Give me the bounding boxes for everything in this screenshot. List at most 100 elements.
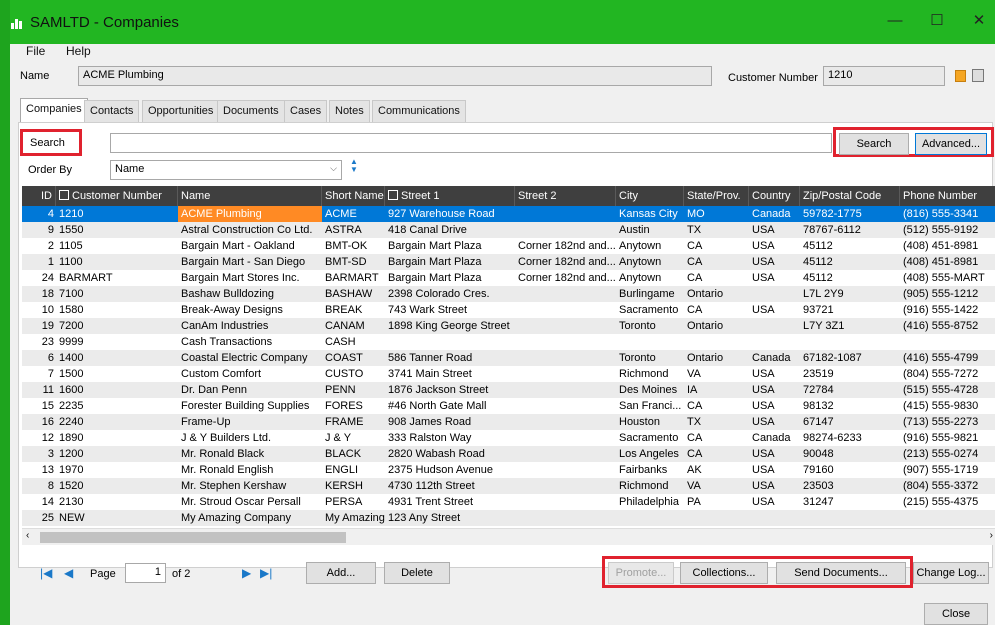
column-header-city[interactable]: City [616,186,684,206]
table-row[interactable]: 4 1210 ACME Plumbing ACME 927 Warehouse Road… [22,206,995,222]
cell-short-name: FRAME [325,416,364,428]
cell-state: PA [687,496,701,508]
cell-street-2: Corner 182nd and... [518,256,616,268]
name-field[interactable]: ACME Plumbing [78,66,712,86]
tab-contacts[interactable]: Contacts [84,100,140,122]
cell-name: Bargain Mart - San Diego [181,256,306,268]
search-input[interactable] [110,133,832,153]
column-header-state[interactable]: State/Prov. [684,186,749,206]
promote-button[interactable]: Promote... [608,562,674,584]
maximize-button[interactable]: ☐ [922,10,952,32]
menu-file[interactable]: File [26,44,45,58]
cell-short-name: My Amazing [325,512,385,524]
cell-zip: 98132 [803,400,834,412]
cell-country: USA [752,384,775,396]
cell-short-name: BASHAW [325,288,373,300]
column-header-street-1[interactable]: Street 1 [385,186,515,206]
table-row[interactable]: 19 7200 CanAm Industries CANAM 1898 King Geo… [22,318,995,334]
cell-name: Break-Away Designs [181,304,283,316]
cell-state: MO [687,208,705,220]
column-header-short-name[interactable]: Short Name [322,186,385,206]
cell-customer-number: 2130 [59,496,84,508]
column-filter-icon [388,190,398,200]
cell-customer-number: 1520 [59,480,84,492]
tab-documents[interactable]: Documents [217,100,285,122]
table-row[interactable]: 7 1500 Custom Comfort CUSTO 3741 Main Street… [22,366,995,382]
column-header-customer-number[interactable]: Customer Number [56,186,178,206]
column-header-name[interactable]: Name [178,186,322,206]
table-row[interactable]: 6 1400 Coastal Electric Company COAST 586 Ta… [22,350,995,366]
cell-street-1: Bargain Mart Plaza [388,272,482,284]
table-row[interactable]: 8 1520 Mr. Stephen Kershaw KERSH 4730 112th … [22,478,995,494]
table-row[interactable]: 15 2235 Forester Building Supplies FORES #46… [22,398,995,414]
tab-cases[interactable]: Cases [284,100,328,122]
cell-customer-number: 2240 [59,416,84,428]
cell-zip: 45112 [803,240,833,252]
table-row[interactable]: 2 1105 Bargain Mart - Oakland BMT-OK Bargain… [22,238,995,254]
cell-state: CA [687,256,703,268]
cell-city: Burlingame [619,288,675,300]
search-button[interactable]: Search [839,133,909,155]
scroll-right-icon[interactable]: › [990,530,993,541]
tab-notes[interactable]: Notes [329,100,370,122]
tab-opportunities[interactable]: Opportunities [142,100,220,122]
main-panel: Name ACME Plumbing Customer Number 1210 … [10,60,995,625]
table-row[interactable]: 10 1580 Break-Away Designs BREAK 743 Wark St… [22,302,995,318]
customer-number-field[interactable]: 1210 [823,66,945,86]
tab-communications[interactable]: Communications [372,100,466,122]
cell-street-1: 2375 Hudson Avenue [388,464,493,476]
last-page-icon[interactable]: ▶| [260,566,272,580]
advanced-button[interactable]: Advanced... [915,133,987,155]
first-page-icon[interactable]: |◀ [40,566,52,580]
cell-name: Forester Building Supplies [181,400,310,412]
order-by-value: Name [115,163,145,175]
send-documents-button[interactable]: Send Documents... [776,562,906,584]
edit-note-icon[interactable] [955,70,966,82]
page-input[interactable]: 1 [125,563,166,583]
table-row[interactable]: 12 1890 J & Y Builders Ltd. J & Y 333 Ralsto… [22,430,995,446]
table-row[interactable]: 16 2240 Frame-Up FRAME 908 James Road Houston… [22,414,995,430]
table-row[interactable]: 11 1600 Dr. Dan Penn PENN 1876 Jackson Stree… [22,382,995,398]
table-row[interactable]: 13 1970 Mr. Ronald English ENGLI 2375 Hudson… [22,462,995,478]
column-header-street-2[interactable]: Street 2 [515,186,616,206]
cell-name: CanAm Industries [181,320,269,332]
lookup-icon[interactable] [972,69,984,82]
table-row[interactable]: 25 NEW My Amazing Company My Amazing 123 Any… [22,510,995,526]
cell-city: Des Moines [619,384,678,396]
add-button[interactable]: Add... [306,562,376,584]
cell-state: CA [687,240,703,252]
table-row[interactable]: 23 9999 Cash Transactions CASH [22,334,995,350]
column-header-phone[interactable]: Phone Number [900,186,995,206]
table-row[interactable]: 24 BARMART Bargain Mart Stores Inc. BARMART… [22,270,995,286]
next-page-icon[interactable]: ▶ [242,566,251,580]
sort-direction-icon[interactable]: ▲ ▼ [350,158,358,174]
cell-phone [900,510,995,526]
table-row[interactable]: 9 1550 Astral Construction Co Ltd. ASTRA 418… [22,222,995,238]
cell-phone: (415) 555-9830 [903,400,979,412]
tab-companies[interactable]: Companies [20,98,88,122]
column-header-id[interactable]: ID [22,186,56,206]
delete-button[interactable]: Delete [384,562,450,584]
cell-city: Richmond [619,368,669,380]
previous-page-icon[interactable]: ◀ [64,566,73,580]
scroll-left-icon[interactable]: ‹ [26,530,29,541]
table-row[interactable]: 18 7100 Bashaw Bulldozing BASHAW 2398 Colora… [22,286,995,302]
cell-customer-number: 7200 [59,320,84,332]
table-row[interactable]: 1 1100 Bargain Mart - San Diego BMT-SD Barga… [22,254,995,270]
cell-customer-number: 2235 [59,400,84,412]
cell-street-1: 586 Tanner Road [388,352,473,364]
horizontal-scrollbar[interactable]: ‹ › [22,528,995,545]
order-by-select[interactable]: Name ⌵ [110,160,342,180]
collections-button[interactable]: Collections... [680,562,768,584]
table-row[interactable]: 3 1200 Mr. Ronald Black BLACK 2820 Wabash Ro… [22,446,995,462]
close-button[interactable]: Close [924,603,988,625]
column-header-zip[interactable]: Zip/Postal Code [800,186,900,206]
cell-phone: (213) 555-0274 [903,448,979,460]
table-row[interactable]: 14 2130 Mr. Stroud Oscar Persall PERSA 4931 … [22,494,995,510]
change-log-button[interactable]: Change Log... [913,562,989,584]
close-window-button[interactable]: ✕ [964,10,994,32]
minimize-button[interactable]: — [880,10,910,32]
menu-help[interactable]: Help [66,44,91,58]
scrollbar-thumb[interactable] [40,532,346,543]
column-header-country[interactable]: Country [749,186,800,206]
